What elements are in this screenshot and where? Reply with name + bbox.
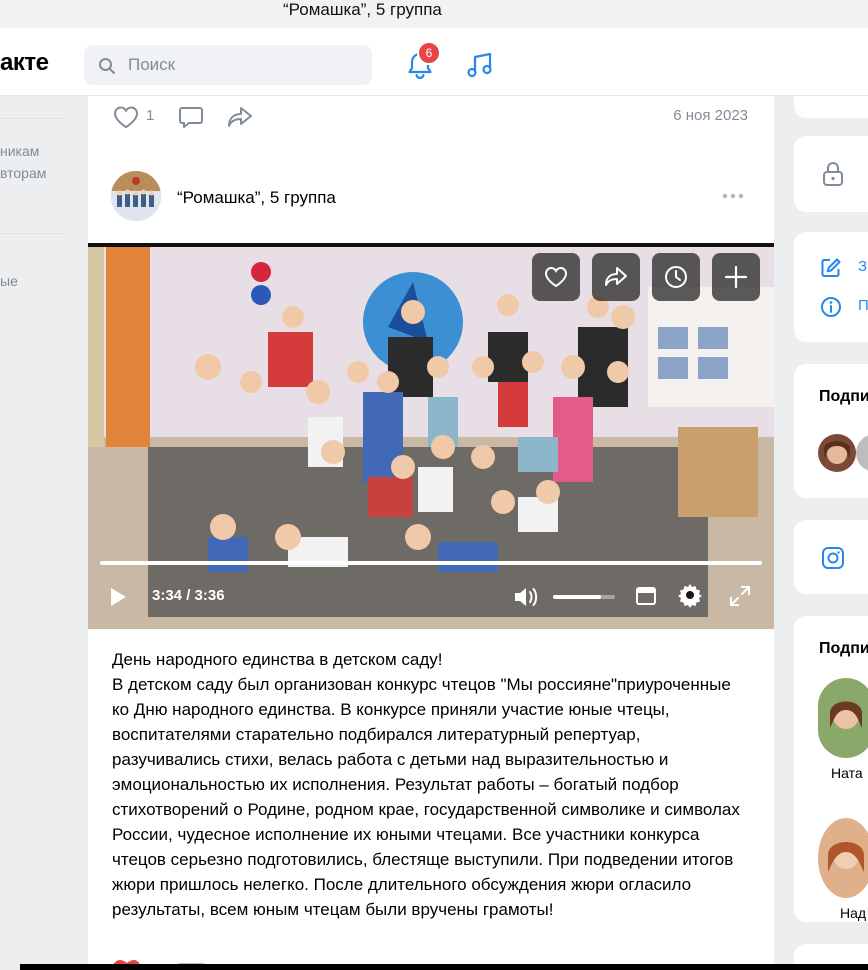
volume-icon[interactable]: [512, 585, 540, 609]
video-frame: [88, 247, 774, 629]
nav-divider: [0, 118, 66, 119]
right-column: З П Подпи Подпи Ната Над: [794, 96, 868, 970]
right-card-instagram: [794, 520, 868, 594]
video-watch-later-button[interactable]: [652, 253, 700, 301]
right-card-links: З П: [794, 232, 868, 342]
video-player[interactable]: 3:34 / 3:36: [88, 243, 774, 629]
video-add-button[interactable]: [712, 253, 760, 301]
share-icon[interactable]: [226, 104, 254, 130]
search-icon: [99, 58, 115, 74]
share-icon: [605, 267, 627, 286]
music-icon[interactable]: [466, 50, 494, 80]
right-card-subscriptions: Подпи: [794, 364, 868, 498]
pip-icon[interactable]: [635, 586, 657, 606]
gear-icon[interactable]: [677, 582, 703, 608]
nav-divider: [0, 233, 66, 234]
more-icon[interactable]: [722, 193, 744, 199]
search-box[interactable]: [84, 45, 372, 85]
edit-icon[interactable]: [820, 257, 842, 279]
follower-name-1[interactable]: Ната: [831, 765, 863, 781]
vk-logo[interactable]: акте: [0, 49, 49, 77]
nav-item-subscribers[interactable]: никам: [0, 143, 39, 159]
lock-icon: [823, 162, 843, 186]
video-share-button[interactable]: [592, 253, 640, 301]
fullscreen-icon[interactable]: [728, 584, 752, 608]
notifications-badge: 6: [417, 41, 441, 65]
right-card-followers: Подпи Ната Над: [794, 616, 868, 922]
avatar[interactable]: [818, 434, 856, 472]
post-author[interactable]: “Ромашка”, 5 группа: [177, 188, 336, 208]
avatar[interactable]: [818, 818, 868, 898]
screen-bottom-edge: [20, 964, 868, 970]
right-link-1[interactable]: З: [858, 258, 867, 275]
followers-title: Подпи: [819, 640, 868, 657]
play-icon[interactable]: [108, 586, 128, 608]
clock-icon: [665, 266, 687, 288]
like-icon[interactable]: [112, 104, 140, 130]
video-time: 3:34 / 3:36: [152, 587, 225, 604]
video-progress-bar[interactable]: [100, 561, 762, 565]
nav-item-other[interactable]: ые: [0, 273, 18, 289]
subscriptions-title: Подпи: [819, 388, 868, 405]
follower-name-2[interactable]: Над: [840, 905, 866, 921]
search-input[interactable]: [128, 54, 358, 76]
right-card-lock: [794, 136, 868, 212]
post-text: День народного единства в детском саду! …: [112, 650, 740, 919]
top-header: акте 6: [0, 28, 868, 96]
volume-level: [553, 595, 602, 599]
left-nav: никам вторам ые: [0, 96, 76, 970]
plus-icon: [724, 265, 748, 289]
video-like-button[interactable]: [532, 253, 580, 301]
post-date: 6 ноя 2023: [673, 107, 748, 124]
nav-item-authors[interactable]: вторам: [0, 165, 46, 181]
heart-icon: [544, 266, 568, 288]
right-link-2[interactable]: П: [858, 297, 868, 314]
right-card-top: [794, 96, 868, 118]
feed: 1 6 ноя 2023 “Ромашка”, 5 группа 3:34 / …: [88, 96, 774, 970]
window-title: “Ромашка”, 5 группа: [283, 0, 442, 19]
info-icon[interactable]: [820, 296, 842, 318]
avatar[interactable]: [856, 434, 868, 472]
avatar[interactable]: [818, 678, 868, 758]
comment-icon[interactable]: [177, 104, 205, 130]
volume-slider[interactable]: [553, 595, 615, 599]
group-avatar[interactable]: [111, 171, 161, 221]
prev-post-actions: 1 6 ноя 2023: [88, 96, 774, 146]
like-count: 1: [146, 107, 155, 124]
instagram-icon[interactable]: [821, 546, 845, 570]
window-titlebar: “Ромашка”, 5 группа: [0, 0, 868, 28]
